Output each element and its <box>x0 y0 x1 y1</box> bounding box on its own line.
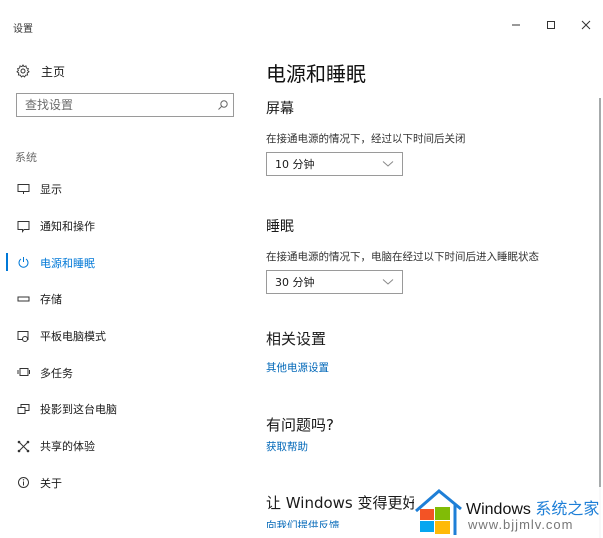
sidebar-item-shared-experiences[interactable]: 共享的体验 <box>0 428 250 465</box>
watermark: Windows 系统之家 www.bjjmlv.com <box>414 487 603 538</box>
storage-icon <box>16 292 30 306</box>
sidebar-item-label: 存储 <box>40 293 62 307</box>
window-controls <box>498 10 603 40</box>
watermark-url: www.bjjmlv.com <box>468 517 574 532</box>
search-icon[interactable] <box>213 99 233 111</box>
notification-icon <box>16 219 30 233</box>
info-icon <box>16 476 30 490</box>
sidebar-item-notifications[interactable]: 通知和操作 <box>0 208 250 245</box>
sidebar-item-label: 共享的体验 <box>40 440 95 454</box>
multitasking-icon <box>16 366 30 380</box>
sidebar-item-label: 多任务 <box>40 366 73 380</box>
maximize-button[interactable] <box>533 10 568 40</box>
help-heading: 有问题吗? <box>266 416 334 434</box>
sidebar-item-label: 显示 <box>40 183 62 197</box>
gear-icon <box>15 63 31 79</box>
screen-timeout-value: 10 分钟 <box>275 158 315 171</box>
close-button[interactable] <box>568 10 603 40</box>
give-feedback-link[interactable]: 向我们提供反馈 <box>266 518 340 528</box>
sleep-description: 在接通电源的情况下，电脑在经过以下时间后进入睡眠状态 <box>266 251 539 263</box>
search-box[interactable] <box>16 93 234 117</box>
shared-experience-icon <box>16 439 30 453</box>
sidebar-item-label: 平板电脑模式 <box>40 330 106 344</box>
minimize-button[interactable] <box>498 10 533 40</box>
sidebar-item-label: 通知和操作 <box>40 220 95 234</box>
sidebar-item-power-sleep[interactable]: 电源和睡眠 <box>0 244 250 281</box>
sidebar-item-project[interactable]: 投影到这台电脑 <box>0 391 250 428</box>
watermark-brand-en: Windows <box>466 501 531 518</box>
search-input[interactable] <box>17 98 213 112</box>
screen-description: 在接通电源的情况下，经过以下时间后关闭 <box>266 133 466 145</box>
chevron-down-icon <box>382 161 394 167</box>
additional-power-settings-link[interactable]: 其他电源设置 <box>266 360 329 375</box>
tablet-mode-icon <box>16 329 30 343</box>
watermark-brand-cn: 系统之家 <box>535 501 600 518</box>
chevron-down-icon <box>382 279 394 285</box>
maximize-icon <box>546 21 555 29</box>
sidebar-item-about[interactable]: 关于 <box>0 465 250 502</box>
home-label: 主页 <box>41 64 66 79</box>
get-help-link[interactable]: 获取帮助 <box>266 439 308 454</box>
sidebar-item-storage[interactable]: 存储 <box>0 281 250 318</box>
minimize-icon <box>511 24 520 26</box>
watermark-brand: Windows 系统之家 <box>466 495 599 519</box>
window-title: 设置 <box>13 24 33 35</box>
page-title: 电源和睡眠 <box>266 62 366 86</box>
screen-heading: 屏幕 <box>266 101 294 117</box>
group-label-system: 系统 <box>15 151 37 164</box>
project-icon <box>16 402 30 416</box>
sidebar-item-label: 关于 <box>40 476 62 490</box>
sidebar-item-multitasking[interactable]: 多任务 <box>0 354 250 391</box>
sidebar-item-label: 投影到这台电脑 <box>40 403 117 417</box>
home-nav-item[interactable]: 主页 <box>15 61 65 81</box>
sidebar-item-display[interactable]: 显示 <box>0 171 250 208</box>
sleep-heading: 睡眠 <box>266 219 294 235</box>
monitor-icon <box>16 182 30 196</box>
screen-timeout-dropdown[interactable]: 10 分钟 <box>266 152 403 176</box>
power-icon <box>16 256 30 270</box>
sleep-timeout-dropdown[interactable]: 30 分钟 <box>266 270 403 294</box>
windows-house-logo-icon <box>415 489 462 535</box>
scrollbar[interactable] <box>599 98 601 538</box>
sidebar-item-label: 电源和睡眠 <box>40 256 95 270</box>
sleep-timeout-value: 30 分钟 <box>275 276 315 289</box>
close-icon <box>581 20 590 30</box>
sidebar-item-tablet-mode[interactable]: 平板电脑模式 <box>0 318 250 355</box>
related-settings-heading: 相关设置 <box>266 330 327 348</box>
nav-list: 显示 通知和操作 电源和睡眠 存储 平板电脑模式 多任务 投影到这台电脑 共享的… <box>0 171 250 501</box>
active-indicator <box>6 253 8 272</box>
feedback-heading: 让 Windows 变得更好 <box>266 494 414 512</box>
